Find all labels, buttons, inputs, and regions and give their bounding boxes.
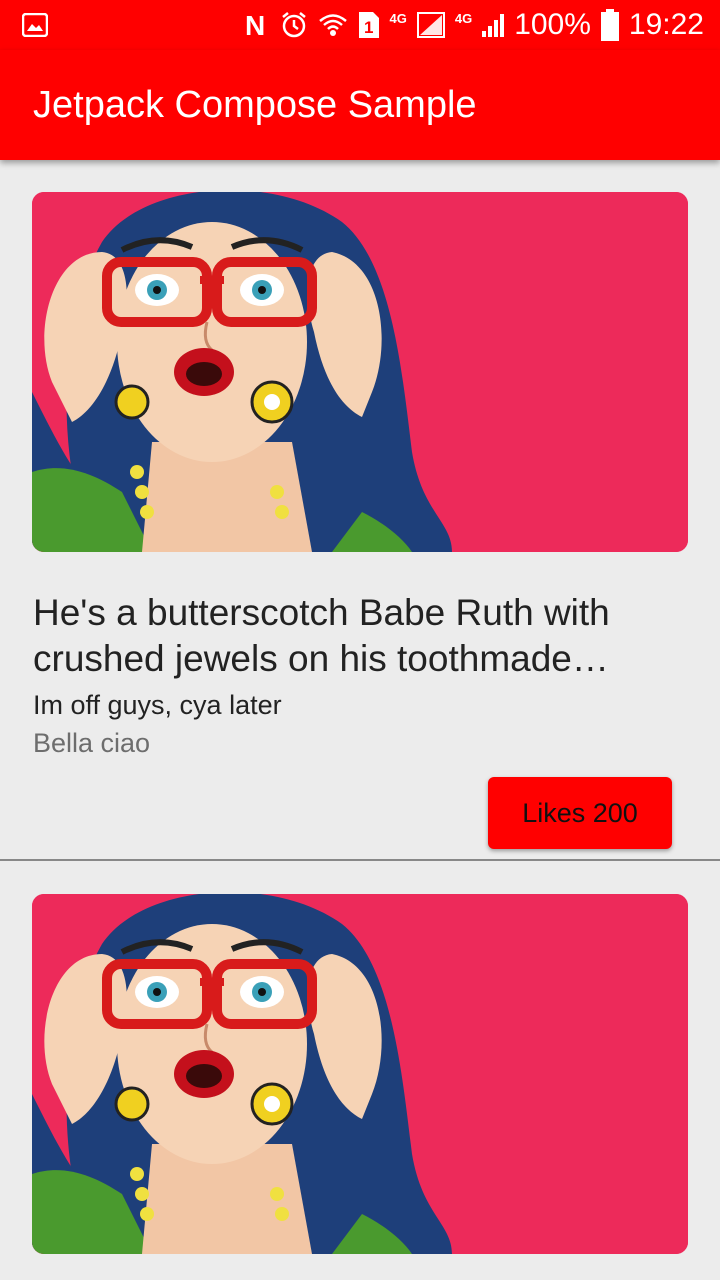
pop-art-woman-illustration xyxy=(32,894,688,1254)
signal-bars-icon xyxy=(482,13,505,37)
card-divider xyxy=(0,859,720,861)
app-title: Jetpack Compose Sample xyxy=(33,83,477,126)
pop-art-woman-illustration xyxy=(32,192,688,552)
likes-button[interactable]: Likes 200 xyxy=(488,777,672,849)
card-author: Bella ciao xyxy=(33,728,151,758)
battery-percent: 100% xyxy=(514,8,591,41)
card-subtitle: Im off guys, cya later xyxy=(33,690,282,720)
card-image xyxy=(32,192,688,552)
battery-icon xyxy=(600,9,619,41)
card-image xyxy=(32,894,688,1254)
app-bar: Jetpack Compose Sample xyxy=(0,50,720,160)
gallery-icon xyxy=(22,13,48,37)
sim-icon: 1 xyxy=(358,11,380,39)
card-headline: He's a butterscotch Babe Ruth with crush… xyxy=(33,592,610,679)
network-type-label-2: 4G xyxy=(454,11,473,26)
signal-icon xyxy=(416,12,445,38)
svg-text:N: N xyxy=(245,11,265,39)
network-type-label: 4G xyxy=(389,11,407,26)
nfc-icon: N xyxy=(244,11,270,39)
clock: 19:22 xyxy=(628,8,704,41)
news-card[interactable]: He's a butterscotch Babe Ruth with crush… xyxy=(0,160,720,860)
alarm-icon xyxy=(280,11,308,39)
svg-text:1: 1 xyxy=(364,18,373,37)
status-bar: N 1 4G 4G 100% 19:22 xyxy=(0,0,720,50)
wifi-icon xyxy=(318,12,348,38)
news-card[interactable] xyxy=(0,862,720,1280)
